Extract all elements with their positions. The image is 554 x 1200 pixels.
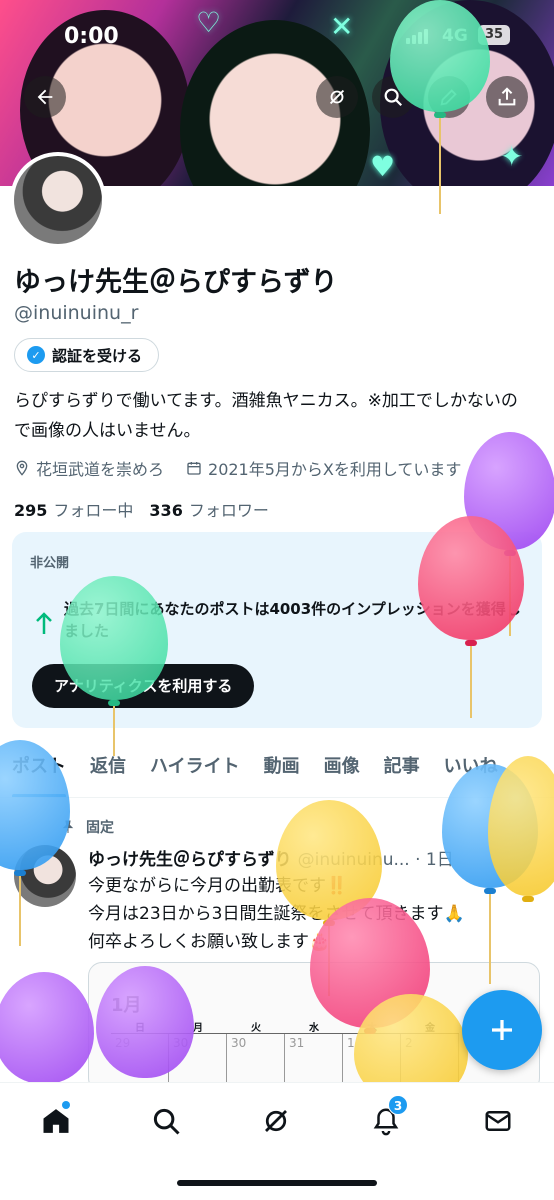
calendar-cell: 30 <box>227 1034 285 1084</box>
tab-articles[interactable]: 記事 <box>372 752 432 797</box>
notification-count-badge: 3 <box>388 1095 408 1115</box>
joined-item: 2021年5月からXを利用しています <box>186 456 461 480</box>
followers-count: 336 <box>149 501 183 520</box>
envelope-icon <box>485 1111 511 1131</box>
post-header: ゆっけ先生＠らぴすらずり @inuinuinu... · 1日 <box>88 845 454 870</box>
red-balloon <box>418 516 524 718</box>
private-label: 非公開 <box>30 556 70 571</box>
nav-messages[interactable] <box>478 1101 518 1141</box>
home-unread-dot <box>62 1101 70 1109</box>
green-balloon <box>390 0 490 214</box>
profile-display-name: ゆっけ先生＠らぴすらずり <box>14 267 338 298</box>
back-arrow-icon <box>37 89 53 105</box>
profile-bio: らぴすらずりで働いてます。酒雑魚ヤニカス。※加工でしかないので画像の人はいません… <box>14 391 518 441</box>
grok-icon <box>265 1110 287 1132</box>
status-time: 0:00 <box>64 24 119 49</box>
green-balloon <box>60 576 168 756</box>
followers-label: フォロワー <box>188 501 269 520</box>
nav-home[interactable] <box>36 1101 76 1141</box>
banner-sparkle-icon: ✦ <box>500 140 524 173</box>
purple-balloon <box>96 966 194 1078</box>
tab-replies[interactable]: 返信 <box>78 752 138 797</box>
weekday: 火 <box>251 1023 261 1034</box>
plus-icon <box>492 1020 512 1040</box>
calendar-icon <box>187 462 201 475</box>
profile-joined: 2021年5月からXを利用しています <box>208 460 462 479</box>
banner-heart-icon: ♥ <box>370 150 396 183</box>
profile-location: 花垣武道を崇めろ <box>36 460 165 479</box>
location-pin-icon <box>16 460 28 476</box>
followers-link[interactable]: 336 フォロワー <box>149 497 268 521</box>
nav-notifications[interactable]: 3 <box>366 1095 408 1141</box>
share-icon <box>498 87 516 106</box>
profile-meta: 花垣武道を崇めろ 2021年5月からXを利用しています <box>14 456 461 480</box>
compose-post-button[interactable] <box>462 990 542 1070</box>
purple-balloon <box>0 972 94 1084</box>
profile-handle: @inuinuinu_r <box>14 302 139 324</box>
arrow-up-icon <box>36 612 52 634</box>
blue-balloon <box>0 740 70 946</box>
grok-icon <box>329 89 345 105</box>
home-icon <box>43 1109 69 1133</box>
nav-grok[interactable] <box>256 1101 296 1141</box>
location-item: 花垣武道を崇めろ <box>14 456 164 480</box>
yellow-balloon <box>488 756 554 902</box>
tab-videos[interactable]: 動画 <box>252 752 312 797</box>
pinned-label: 固定 <box>86 820 114 836</box>
following-link[interactable]: 295 フォロー中 <box>14 497 133 521</box>
search-icon <box>153 1108 180 1135</box>
get-verified-button[interactable]: ✓ 認証を受ける <box>14 338 160 372</box>
follow-counts: 295 フォロー中 336 フォロワー <box>14 497 269 521</box>
verified-badge-icon: ✓ <box>27 346 45 364</box>
post-author[interactable]: ゆっけ先生＠らぴすらずり <box>88 845 292 870</box>
back-button[interactable] <box>24 76 66 118</box>
following-count: 295 <box>14 501 48 520</box>
tab-photos[interactable]: 画像 <box>312 752 372 797</box>
calendar-cell: 31 <box>285 1034 343 1084</box>
nav-search[interactable] <box>146 1101 186 1141</box>
tab-highlights[interactable]: ハイライト <box>138 752 252 797</box>
home-indicator <box>177 1180 377 1186</box>
following-label: フォロー中 <box>53 501 134 520</box>
profile-avatar[interactable] <box>10 152 106 248</box>
share-button[interactable] <box>486 76 528 118</box>
grok-button[interactable] <box>316 76 358 118</box>
get-verified-label: 認証を受ける <box>52 346 143 365</box>
